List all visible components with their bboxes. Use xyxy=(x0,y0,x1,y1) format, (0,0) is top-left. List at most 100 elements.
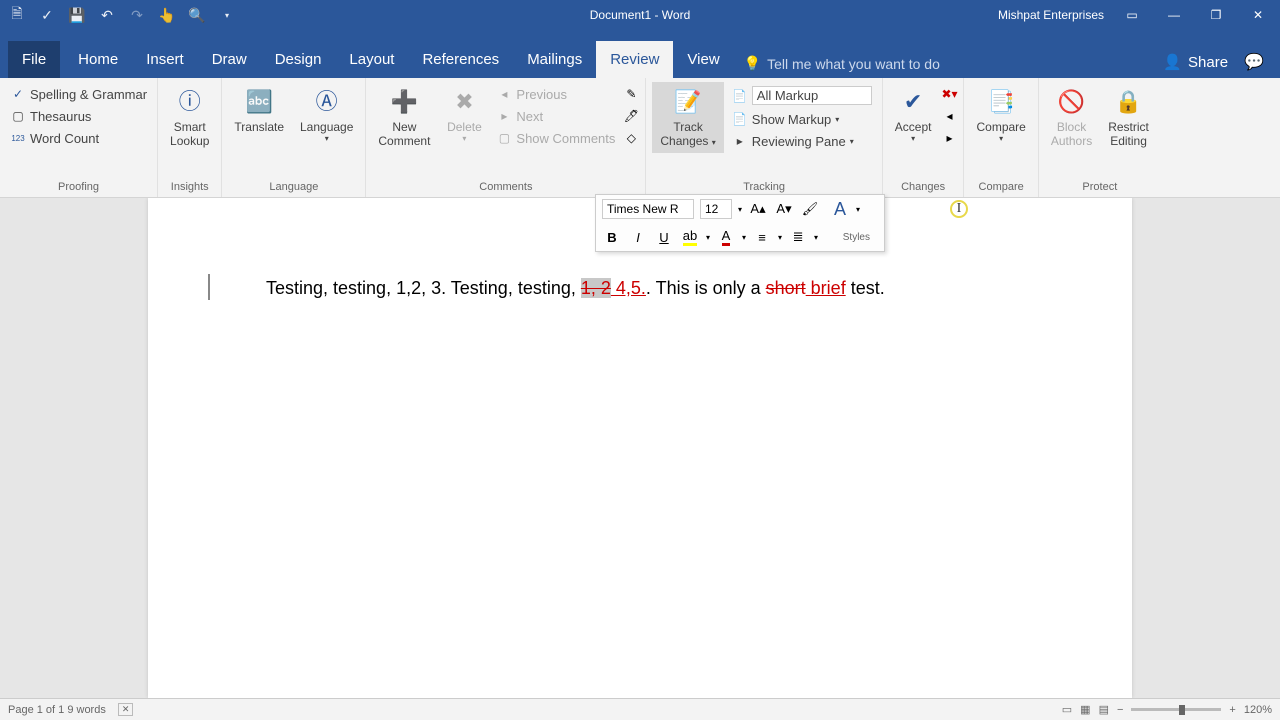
styles-label: Styles xyxy=(843,232,870,243)
count-icon: 123 xyxy=(10,130,26,146)
new-doc-icon[interactable]: 🗎 xyxy=(8,6,26,24)
zoom-in-icon[interactable]: + xyxy=(1229,704,1235,716)
accept-button[interactable]: ✔Accept▾ xyxy=(889,82,938,148)
mini-font-dropdown[interactable]: Times New R xyxy=(602,199,694,219)
group-proofing: ✓Spelling & Grammar ▢Thesaurus 123Word C… xyxy=(0,78,158,197)
maximize-icon[interactable]: ❐ xyxy=(1202,5,1230,25)
qat-more-icon[interactable]: ▾ xyxy=(218,6,236,24)
restrict-editing-button[interactable]: 🔒RestrictEditing xyxy=(1102,82,1155,153)
share-area: 👤 Share 💬 xyxy=(1163,52,1280,78)
tab-review[interactable]: Review xyxy=(596,41,673,78)
quick-access-toolbar: 🗎 ✓ 💾 ↶ ↷ 👆 🔍 ▾ xyxy=(0,6,244,24)
ink-comment-icon[interactable]: ✎ xyxy=(623,86,639,102)
tell-me-search[interactable]: 💡 Tell me what you want to do xyxy=(734,55,950,72)
prev-change-icon[interactable]: ◂ xyxy=(941,108,957,124)
underline-button[interactable]: U xyxy=(654,227,674,247)
read-mode-icon[interactable]: ▭ xyxy=(1062,703,1072,716)
block-authors-button[interactable]: 🚫BlockAuthors xyxy=(1045,82,1098,153)
fontcolor-dropdown-icon[interactable]: ▾ xyxy=(742,233,746,242)
status-close-icon[interactable]: ✕ xyxy=(118,703,134,716)
status-left[interactable]: Page 1 of 1 9 words xyxy=(8,704,106,716)
numbering-dropdown-icon[interactable]: ▾ xyxy=(814,233,818,242)
text-part1: Testing, testing, 1,2, 3. Testing, testi… xyxy=(266,278,581,298)
tab-home[interactable]: Home xyxy=(64,41,132,78)
group-language: 🔤Translate ⒶLanguage▾ Language xyxy=(222,78,366,197)
font-color-button[interactable]: A xyxy=(716,227,736,247)
styles-dropdown-icon[interactable]: ▾ xyxy=(856,205,860,214)
delete-comment-button[interactable]: ✖Delete▾ xyxy=(440,82,488,148)
zoom-slider[interactable] xyxy=(1131,708,1221,711)
previous-comment-button[interactable]: ◂Previous xyxy=(492,84,619,104)
tracking-group-label: Tracking xyxy=(652,179,875,195)
zoom-thumb[interactable] xyxy=(1179,705,1185,715)
tab-file[interactable]: File xyxy=(8,41,60,78)
tab-draw[interactable]: Draw xyxy=(198,41,261,78)
comments-pane-icon[interactable]: 💬 xyxy=(1244,52,1264,72)
status-bar: Page 1 of 1 9 words ✕ ▭ ▦ ▤ − + 120% xyxy=(0,698,1280,720)
tab-design[interactable]: Design xyxy=(261,41,336,78)
tab-mailings[interactable]: Mailings xyxy=(513,41,596,78)
minimize-icon[interactable]: — xyxy=(1160,5,1188,25)
ribbon-options-icon[interactable]: ▭ xyxy=(1118,5,1146,25)
language-button[interactable]: ⒶLanguage▾ xyxy=(294,82,359,148)
track-changes-button[interactable]: 📝TrackChanges ▾ xyxy=(652,82,723,153)
zoom-out-icon[interactable]: − xyxy=(1117,704,1123,716)
chevron-down-icon[interactable]: ▾ xyxy=(738,205,742,214)
reviewing-pane-button[interactable]: ▸Reviewing Pane ▾ xyxy=(728,131,876,151)
title-bar: 🗎 ✓ 💾 ↶ ↷ 👆 🔍 ▾ Document1 - Word Mishpat… xyxy=(0,0,1280,30)
smart-lookup-button[interactable]: ⓘ Smart Lookup xyxy=(164,82,215,153)
comments-group-label: Comments xyxy=(372,179,639,195)
next-icon: ▸ xyxy=(496,108,512,124)
highlight-button[interactable]: ab xyxy=(680,227,700,247)
spelling-grammar-button[interactable]: ✓Spelling & Grammar xyxy=(6,84,151,104)
mini-size-dropdown[interactable]: 12 xyxy=(700,199,732,219)
close-icon[interactable]: ✕ xyxy=(1244,5,1272,25)
eraser-icon[interactable]: ◇ xyxy=(623,130,639,146)
preview-icon[interactable]: 🔍 xyxy=(188,6,206,24)
italic-button[interactable]: I xyxy=(628,227,648,247)
share-button[interactable]: 👤 Share xyxy=(1163,53,1228,71)
redo-icon[interactable]: ↷ xyxy=(128,6,146,24)
reject-icon[interactable]: ✖▾ xyxy=(941,86,957,102)
pen-icon[interactable]: 🖊 xyxy=(623,108,639,124)
translate-button[interactable]: 🔤Translate xyxy=(228,82,290,138)
print-layout-icon[interactable]: ▦ xyxy=(1080,703,1090,716)
grow-font-icon[interactable]: A▴ xyxy=(748,199,768,219)
document-page[interactable]: Testing, testing, 1,2, 3. Testing, testi… xyxy=(148,198,1132,698)
save-icon[interactable]: 💾 xyxy=(68,6,86,24)
highlight-dropdown-icon[interactable]: ▾ xyxy=(706,233,710,242)
block-icon: 🚫 xyxy=(1056,86,1088,118)
text-part2: . This is only a xyxy=(646,278,766,298)
show-markup-button[interactable]: 📄Show Markup ▾ xyxy=(728,109,876,129)
bullets-dropdown-icon[interactable]: ▾ xyxy=(778,233,782,242)
new-comment-button[interactable]: ➕NewComment xyxy=(372,82,436,153)
compare-button[interactable]: 📑Compare▾ xyxy=(970,82,1031,148)
spellcheck-icon[interactable]: ✓ xyxy=(38,6,56,24)
format-painter-icon[interactable]: 🖌 xyxy=(800,199,820,219)
tab-references[interactable]: References xyxy=(408,41,513,78)
bold-button[interactable]: B xyxy=(602,227,622,247)
book-icon: ▢ xyxy=(10,108,26,124)
touch-icon[interactable]: 👆 xyxy=(158,6,176,24)
styles-icon[interactable]: A xyxy=(830,199,850,219)
undo-icon[interactable]: ↶ xyxy=(98,6,116,24)
inserted-text-2: brief xyxy=(806,278,846,298)
word-count-button[interactable]: 123Word Count xyxy=(6,128,103,148)
account-name[interactable]: Mishpat Enterprises xyxy=(998,8,1104,22)
numbering-button[interactable]: ≣ xyxy=(788,227,808,247)
bullets-button[interactable]: ≡ xyxy=(752,227,772,247)
shrink-font-icon[interactable]: A▾ xyxy=(774,199,794,219)
zoom-level[interactable]: 120% xyxy=(1244,704,1272,716)
show-comments-button[interactable]: ▢Show Comments xyxy=(492,128,619,148)
thesaurus-button[interactable]: ▢Thesaurus xyxy=(6,106,95,126)
next-comment-button[interactable]: ▸Next xyxy=(492,106,619,126)
document-text[interactable]: Testing, testing, 1,2, 3. Testing, testi… xyxy=(266,276,1014,301)
web-layout-icon[interactable]: ▤ xyxy=(1099,703,1109,716)
insights-group-label: Insights xyxy=(164,179,215,195)
tab-layout[interactable]: Layout xyxy=(335,41,408,78)
markup-dropdown[interactable]: 📄All Markup xyxy=(728,84,876,107)
tab-view[interactable]: View xyxy=(673,41,733,78)
next-change-icon[interactable]: ▸ xyxy=(941,130,957,146)
tab-insert[interactable]: Insert xyxy=(132,41,198,78)
language-icon: Ⓐ xyxy=(311,86,343,118)
